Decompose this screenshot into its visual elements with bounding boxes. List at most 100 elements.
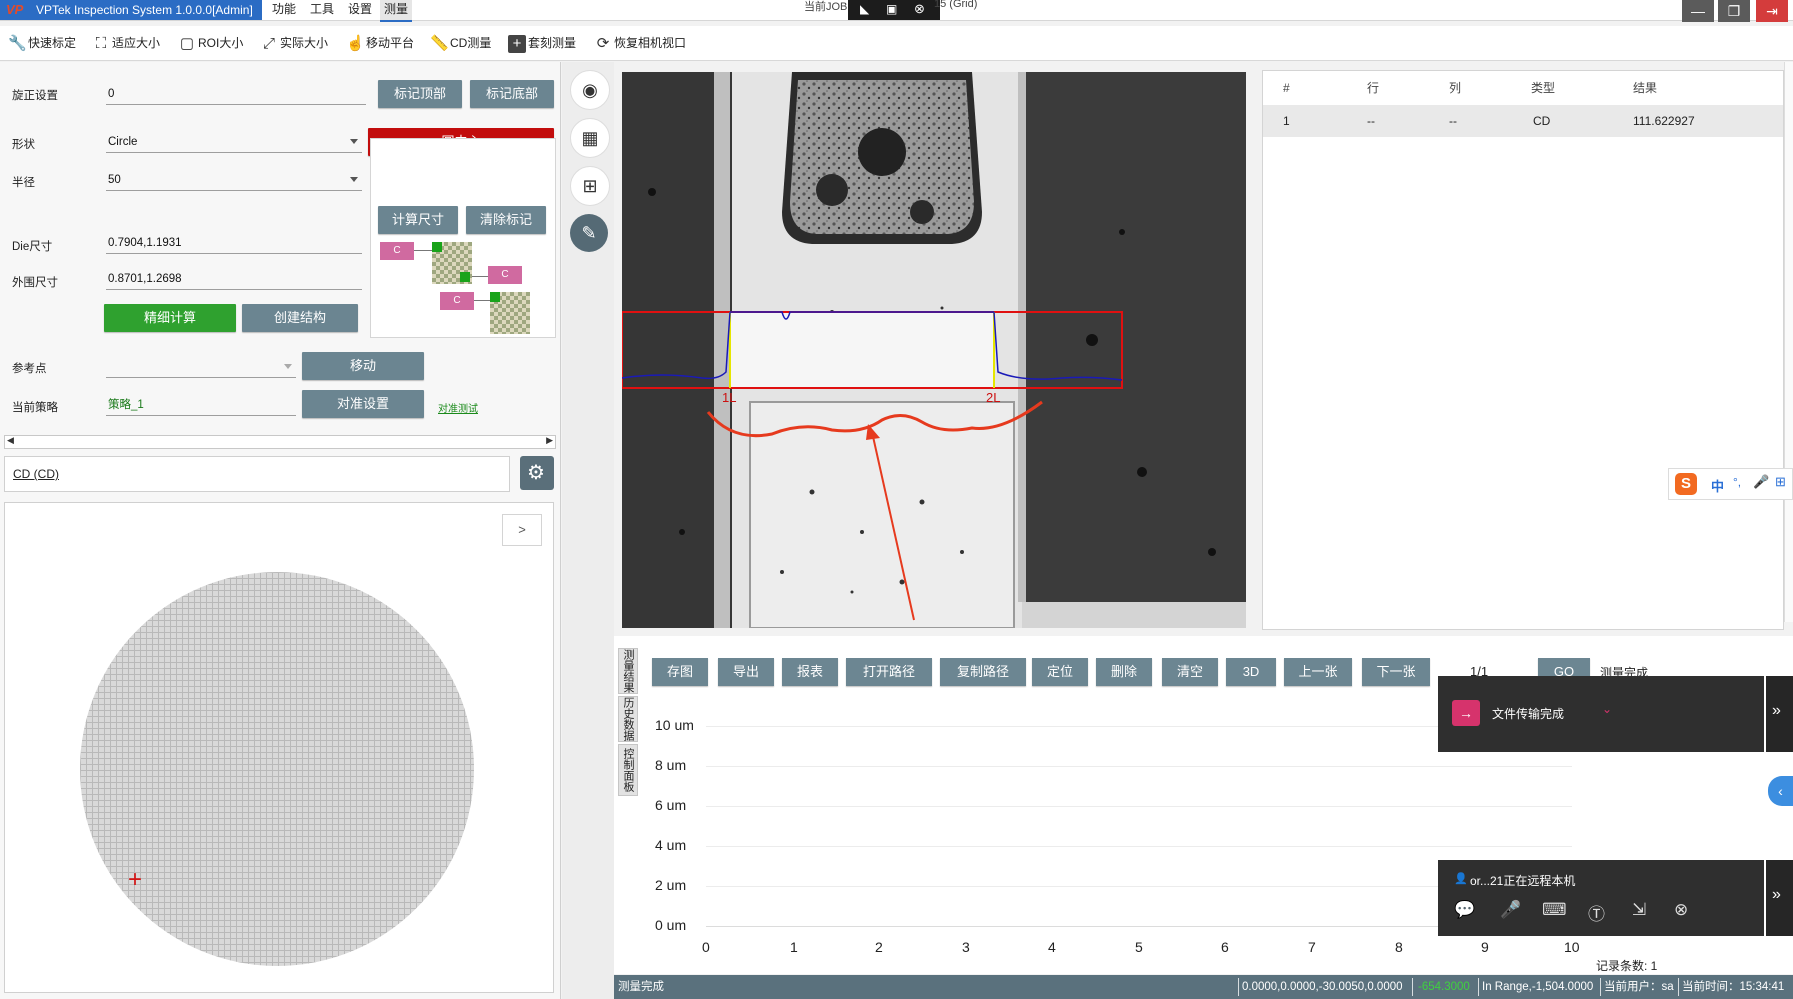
grid-settings-icon[interactable]: ⊞	[570, 166, 610, 206]
grid-icon[interactable]: ▦	[570, 118, 610, 158]
chat-icon[interactable]: 💬	[1454, 900, 1475, 920]
screen-icon[interactable]: ▣	[886, 2, 897, 16]
outer-size-input[interactable]: 0.8701,1.2698	[106, 268, 362, 290]
cd-measure-button[interactable]: 📏CD测量	[430, 26, 491, 60]
clear-button[interactable]: 清空	[1162, 658, 1218, 686]
restore-button[interactable]: ❐	[1718, 0, 1750, 22]
close-session-icon[interactable]: ⊗	[1674, 900, 1688, 920]
remote-session-panel: 👤 or...21正在远程本机 💬 🎤 ⌨ Ⓣ ⇲ ⊗	[1438, 860, 1764, 936]
cd-settings-button[interactable]: ⚙	[520, 456, 554, 490]
image-viewer[interactable]: 1L 2L	[622, 72, 1246, 628]
pin-icon[interactable]: ◣	[860, 2, 869, 16]
close-button[interactable]: ⇥	[1756, 0, 1788, 22]
status-separator	[1478, 978, 1479, 996]
ime-punctuation-mode[interactable]: °,	[1733, 475, 1741, 489]
3d-button[interactable]: 3D	[1226, 658, 1276, 686]
camera-icon[interactable]: ◉	[570, 70, 610, 110]
app-logo: VP	[6, 2, 24, 17]
status-range: In Range,-1,504.0000	[1482, 981, 1594, 993]
clear-marks-button[interactable]: 清除标记	[466, 206, 546, 234]
x-tick-label: 3	[962, 939, 970, 955]
tab-measure-results[interactable]: 测量结果	[618, 648, 638, 694]
menu-settings[interactable]: 设置	[348, 0, 372, 20]
table-row[interactable]: 1 -- -- CD 111.622927	[1263, 105, 1783, 137]
minimize-button[interactable]: —	[1682, 0, 1714, 22]
mark-bottom-button[interactable]: 标记底部	[470, 80, 554, 108]
locate-button[interactable]: 定位	[1032, 658, 1088, 686]
ime-chinese-mode[interactable]: 中	[1711, 476, 1724, 495]
text-icon[interactable]: Ⓣ	[1588, 900, 1605, 925]
remote-control-bar[interactable]: ◣ ▣ ⊗	[848, 0, 940, 20]
overlay-measure-button[interactable]: + 套刻测量	[508, 26, 576, 60]
menu-function[interactable]: 功能	[272, 0, 296, 20]
scroll-right-icon[interactable]: ▶	[546, 435, 553, 446]
y-tick-label: 8 um	[655, 757, 687, 773]
die-anchor-3	[490, 292, 500, 302]
restore-camera-label: 恢复相机视口	[614, 36, 687, 50]
menu-tools[interactable]: 工具	[310, 0, 334, 20]
keyboard-icon[interactable]: ⌨	[1542, 900, 1567, 920]
measure-tool-icon[interactable]: ✎	[570, 214, 608, 252]
y-tick-label: 0 um	[655, 917, 687, 933]
roi-size-button[interactable]: ▢ ROI大小	[178, 26, 243, 60]
overlay-measure-label: 套刻测量	[528, 36, 577, 50]
export-button[interactable]: 导出	[718, 658, 774, 686]
ime-toolbox-icon[interactable]: ⊞	[1775, 474, 1786, 490]
collapse-transfer-button[interactable]: »	[1766, 676, 1793, 752]
die-size-input[interactable]: 0.7904,1.1931	[106, 232, 362, 254]
open-path-button[interactable]: 打开路径	[846, 658, 932, 686]
fit-size-button[interactable]: ⛶ 适应大小	[92, 26, 160, 60]
folder-transfer-icon[interactable]: ⇲	[1632, 900, 1646, 920]
die-anchor-2	[460, 272, 470, 282]
restore-camera-button[interactable]: ⟳ 恢复相机视口	[594, 26, 686, 60]
move-button[interactable]: 移动	[302, 352, 424, 380]
create-structure-button[interactable]: 创建结构	[242, 304, 358, 332]
reference-point-select[interactable]	[106, 356, 296, 378]
collapse-remote-button[interactable]: »	[1766, 860, 1793, 936]
align-settings-button[interactable]: 对准设置	[302, 390, 424, 418]
actual-size-button[interactable]: ⤢ 实际大小	[260, 26, 328, 60]
tab-control-panel[interactable]: 控制面板	[618, 744, 638, 796]
collapse-icon: »	[1772, 702, 1781, 719]
tab-history[interactable]: 历史数据	[618, 696, 638, 742]
copy-path-button[interactable]: 复制路径	[940, 658, 1026, 686]
strategy-link[interactable]: 策略_1	[106, 394, 296, 416]
calc-size-button[interactable]: 计算尺寸	[378, 206, 458, 234]
side-panel-toggle[interactable]: ‹	[1768, 776, 1793, 806]
transfer-notification[interactable]: → 文件传输完成 ⌄	[1438, 676, 1764, 752]
ime-voice-icon[interactable]: 🎤	[1753, 474, 1769, 490]
shape-select[interactable]: Circle	[106, 131, 362, 153]
mark-top-button[interactable]: 标记顶部	[378, 80, 462, 108]
next-image-button[interactable]: 下一张	[1362, 658, 1430, 686]
menu-measure[interactable]: 测量	[380, 0, 413, 22]
quick-calibrate-label: 快速标定	[28, 36, 77, 50]
horizontal-scrollbar[interactable]: ◀ ▶	[4, 435, 556, 449]
ime-toolbar[interactable]: S 中 °, 🎤 ⊞	[1668, 468, 1793, 500]
save-image-button[interactable]: 存图	[652, 658, 708, 686]
chevron-down-icon[interactable]: ⌄	[1602, 702, 1612, 716]
expand-button[interactable]: >	[502, 514, 542, 546]
plus-icon: +	[508, 34, 526, 53]
grid-line	[706, 766, 1572, 767]
wafer-map[interactable]	[80, 572, 474, 966]
grid-line	[706, 806, 1572, 807]
prev-image-button[interactable]: 上一张	[1284, 658, 1352, 686]
microphone-icon[interactable]: 🎤	[1500, 900, 1521, 920]
delete-button[interactable]: 删除	[1096, 658, 1152, 686]
quick-calibrate-button[interactable]: 🔧快速标定	[8, 26, 76, 60]
die-chip-3: C	[440, 292, 474, 310]
scroll-left-icon[interactable]: ◀	[7, 435, 14, 446]
vertical-scrollbar[interactable]	[1784, 62, 1793, 622]
rotation-input[interactable]: 0	[106, 83, 366, 105]
app-title-area: VP VPTek Inspection System 1.0.0.0[Admin…	[0, 0, 262, 20]
fine-calc-button[interactable]: 精细计算	[104, 304, 236, 332]
cd-measure-label: CD测量	[450, 36, 492, 50]
align-test-link[interactable]: 对准测试	[438, 400, 478, 415]
col-header-no: #	[1283, 81, 1290, 95]
report-button[interactable]: 报表	[782, 658, 838, 686]
cd-tab[interactable]: CD (CD)	[4, 456, 510, 492]
move-stage-button[interactable]: ☝移动平台	[346, 26, 414, 60]
cell-no: 1	[1283, 114, 1290, 128]
close-remote-icon[interactable]: ⊗	[914, 1, 925, 17]
radius-select[interactable]: 50	[106, 169, 362, 191]
